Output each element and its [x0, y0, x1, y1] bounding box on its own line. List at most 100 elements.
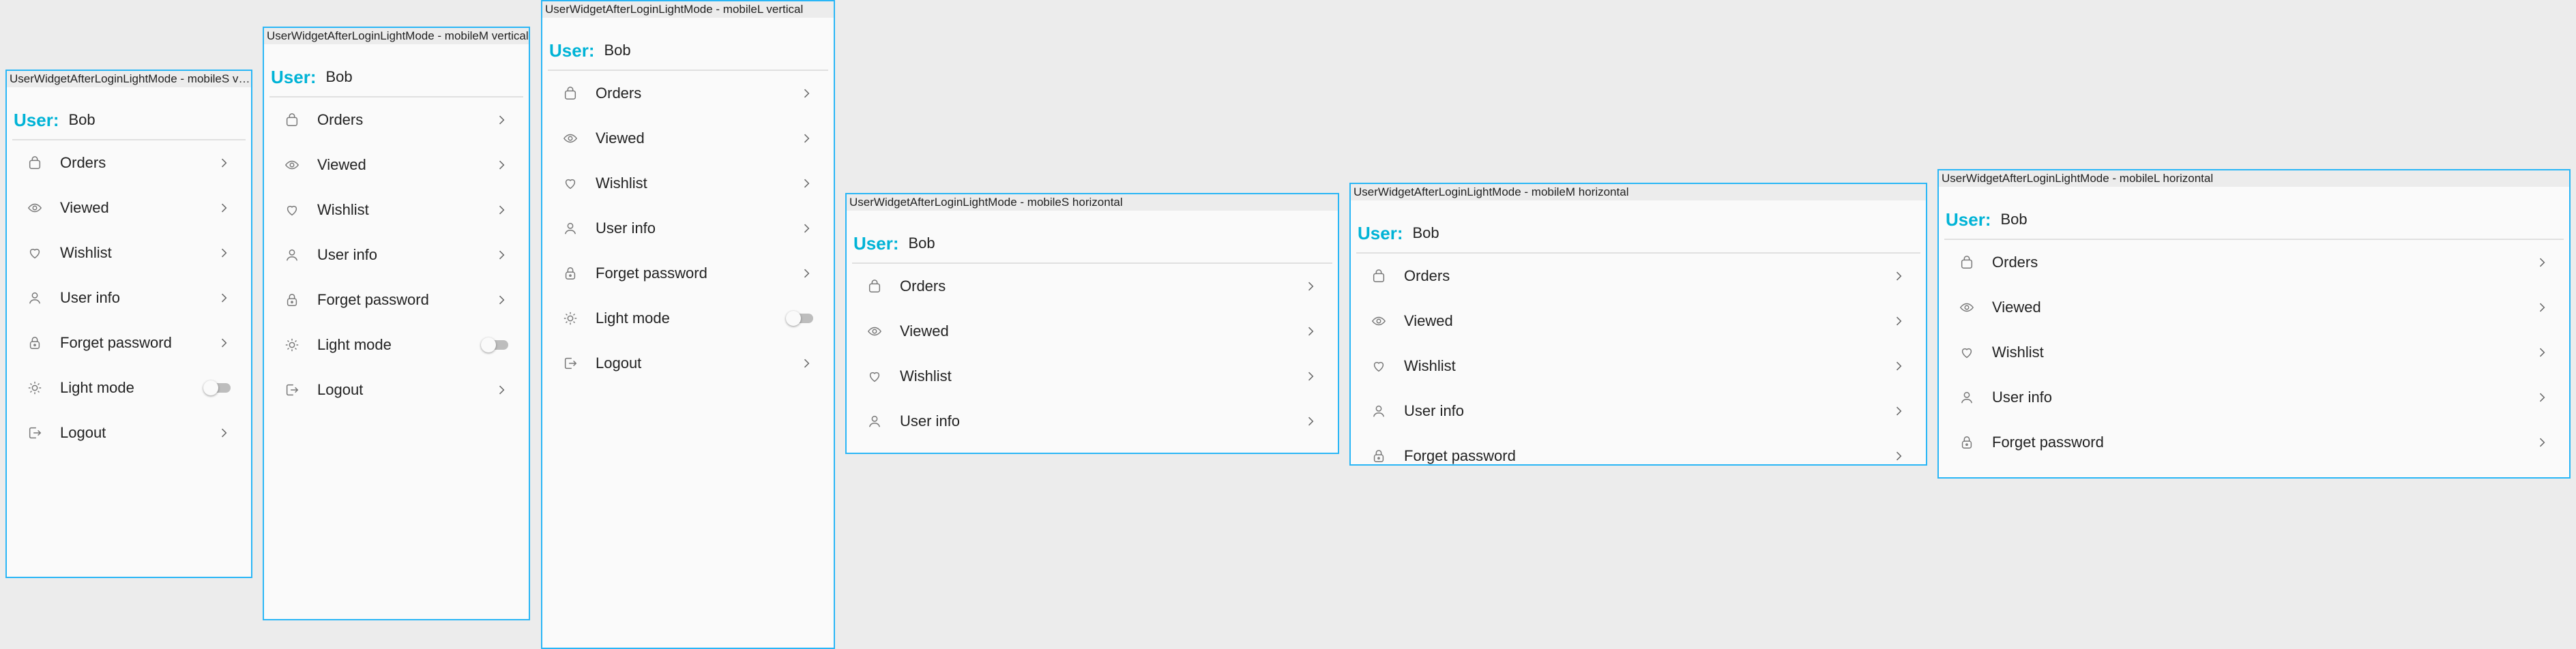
lock-icon	[1959, 435, 1974, 450]
menu-item-wishlist[interactable]: Wishlist	[1944, 330, 2564, 375]
chevron-right-icon	[2535, 256, 2549, 269]
theme-toggle[interactable]	[786, 311, 813, 326]
eye-icon	[1959, 300, 1974, 315]
menu-item-user-info[interactable]: User info	[12, 275, 246, 320]
chevron-right-icon	[1304, 324, 1317, 338]
heart-icon	[867, 369, 882, 384]
menu-item-forget-password[interactable]: Forget password	[548, 251, 828, 296]
menu-item-label: Wishlist	[900, 367, 952, 384]
menu-item-logout[interactable]: Logout	[269, 367, 523, 412]
menu-item-viewed[interactable]: Viewed	[269, 142, 523, 187]
menu-item-user-info[interactable]: User info	[1944, 375, 2564, 420]
menu-item-label: Wishlist	[317, 201, 369, 218]
chevron-right-icon	[495, 248, 508, 262]
menu-item-user-info[interactable]: User info	[1356, 389, 1920, 434]
menu-item-orders[interactable]: Orders	[852, 264, 1332, 309]
menu-item-forget-password[interactable]: Forget password	[12, 320, 246, 365]
menu-item-label: Wishlist	[1404, 357, 1456, 374]
theme-toggle[interactable]	[203, 380, 231, 395]
menu-item-wishlist[interactable]: Wishlist	[269, 187, 523, 232]
chevron-right-icon	[2535, 346, 2549, 359]
chevron-right-icon	[800, 357, 813, 370]
menu-item-viewed[interactable]: Viewed	[852, 309, 1332, 354]
menu-item-orders[interactable]: Orders	[548, 71, 828, 116]
menu-item-forget-password[interactable]: Forget password	[269, 277, 523, 322]
user-name: Bob	[604, 42, 631, 59]
menu-item-wishlist[interactable]: Wishlist	[548, 161, 828, 206]
chevron-right-icon	[800, 132, 813, 145]
bag-icon	[27, 155, 42, 170]
menu-item-wishlist[interactable]: Wishlist	[852, 354, 1332, 399]
menu-item-label: Forget password	[596, 265, 707, 282]
menu-item-label: Viewed	[317, 156, 366, 173]
menu-item-orders[interactable]: Orders	[269, 97, 523, 142]
menu-item-forget-password[interactable]: Forget password	[1944, 420, 2564, 465]
chevron-right-icon	[217, 156, 231, 170]
user-header: User: Bob	[1356, 214, 1920, 254]
person-icon	[27, 290, 42, 305]
menu-item-viewed[interactable]: Viewed	[1356, 299, 1920, 344]
menu-item-viewed[interactable]: Viewed	[548, 116, 828, 161]
bag-icon	[867, 279, 882, 294]
menu-item-label: Forget password	[60, 334, 172, 351]
menu-item-orders[interactable]: Orders	[1944, 240, 2564, 285]
menu-item-light-mode[interactable]: Light mode	[548, 296, 828, 341]
menu-item-logout[interactable]: Logout	[12, 410, 246, 455]
chevron-right-icon	[495, 158, 508, 172]
user-label: User:	[1946, 209, 1991, 230]
menu-item-orders[interactable]: Orders	[12, 140, 246, 185]
chevron-right-icon	[217, 336, 231, 350]
user-header: User: Bob	[548, 31, 828, 71]
theme-toggle[interactable]	[481, 337, 508, 352]
menu-item-label: Logout	[596, 354, 642, 372]
eye-icon	[867, 324, 882, 339]
user-name: Bob	[325, 68, 353, 85]
chevron-right-icon	[1892, 359, 1905, 373]
heart-icon	[563, 176, 578, 191]
user-widget: User: Bob Orders Viewed Wishlist User info	[847, 224, 1338, 444]
menu-item-light-mode[interactable]: Light mode	[12, 365, 246, 410]
menu-item-viewed[interactable]: Viewed	[12, 185, 246, 230]
heart-icon	[1959, 345, 1974, 360]
menu-item-light-mode[interactable]: Light mode	[269, 322, 523, 367]
menu-item-label: User info	[900, 412, 961, 429]
user-widget: User: Bob Orders Viewed Wishlist User info For…	[542, 31, 834, 386]
menu-item-label: User info	[596, 220, 656, 237]
menu-item-label: Orders	[317, 111, 364, 128]
menu-item-label: Orders	[1404, 267, 1450, 284]
user-name: Bob	[68, 111, 96, 128]
menu-item-viewed[interactable]: Viewed	[1944, 285, 2564, 330]
user-header: User: Bob	[269, 58, 523, 97]
chevron-right-icon	[2535, 436, 2549, 449]
person-icon	[867, 414, 882, 429]
chevron-right-icon	[217, 201, 231, 215]
menu-item-wishlist[interactable]: Wishlist	[12, 230, 246, 275]
menu-item-label: User info	[60, 289, 121, 306]
chevron-right-icon	[2535, 391, 2549, 404]
chevron-right-icon	[1304, 369, 1317, 383]
lock-icon	[1371, 449, 1386, 464]
menu-item-orders[interactable]: Orders	[1356, 254, 1920, 299]
menu-item-logout[interactable]: Logout	[548, 341, 828, 386]
chevron-right-icon	[1892, 404, 1905, 418]
menu-item-user-info[interactable]: User info	[852, 399, 1332, 444]
menu-item-label: Orders	[596, 85, 642, 102]
menu-item-forget-password[interactable]: Forget password	[1356, 434, 1920, 464]
menu-item-label: User info	[1404, 402, 1465, 419]
menu-item-label: User info	[317, 246, 378, 263]
menu-item-user-info[interactable]: User info	[269, 232, 523, 277]
user-name: Bob	[2000, 211, 2028, 228]
frame-mobileM-horizontal: UserWidgetAfterLoginLightMode - mobileM …	[1349, 183, 1927, 466]
bag-icon	[1371, 269, 1386, 284]
menu-item-label: Viewed	[1404, 312, 1453, 329]
logout-icon	[284, 382, 299, 397]
menu-item-label: Orders	[900, 277, 946, 295]
menu-item-label: Logout	[317, 381, 364, 398]
menu-item-wishlist[interactable]: Wishlist	[1356, 344, 1920, 389]
chevron-right-icon	[495, 203, 508, 217]
menu-item-user-info[interactable]: User info	[548, 206, 828, 251]
menu-item-label: Orders	[1992, 254, 2038, 271]
user-label: User:	[14, 109, 59, 130]
menu-item-label: Light mode	[596, 310, 670, 327]
chevron-right-icon	[1892, 449, 1905, 463]
